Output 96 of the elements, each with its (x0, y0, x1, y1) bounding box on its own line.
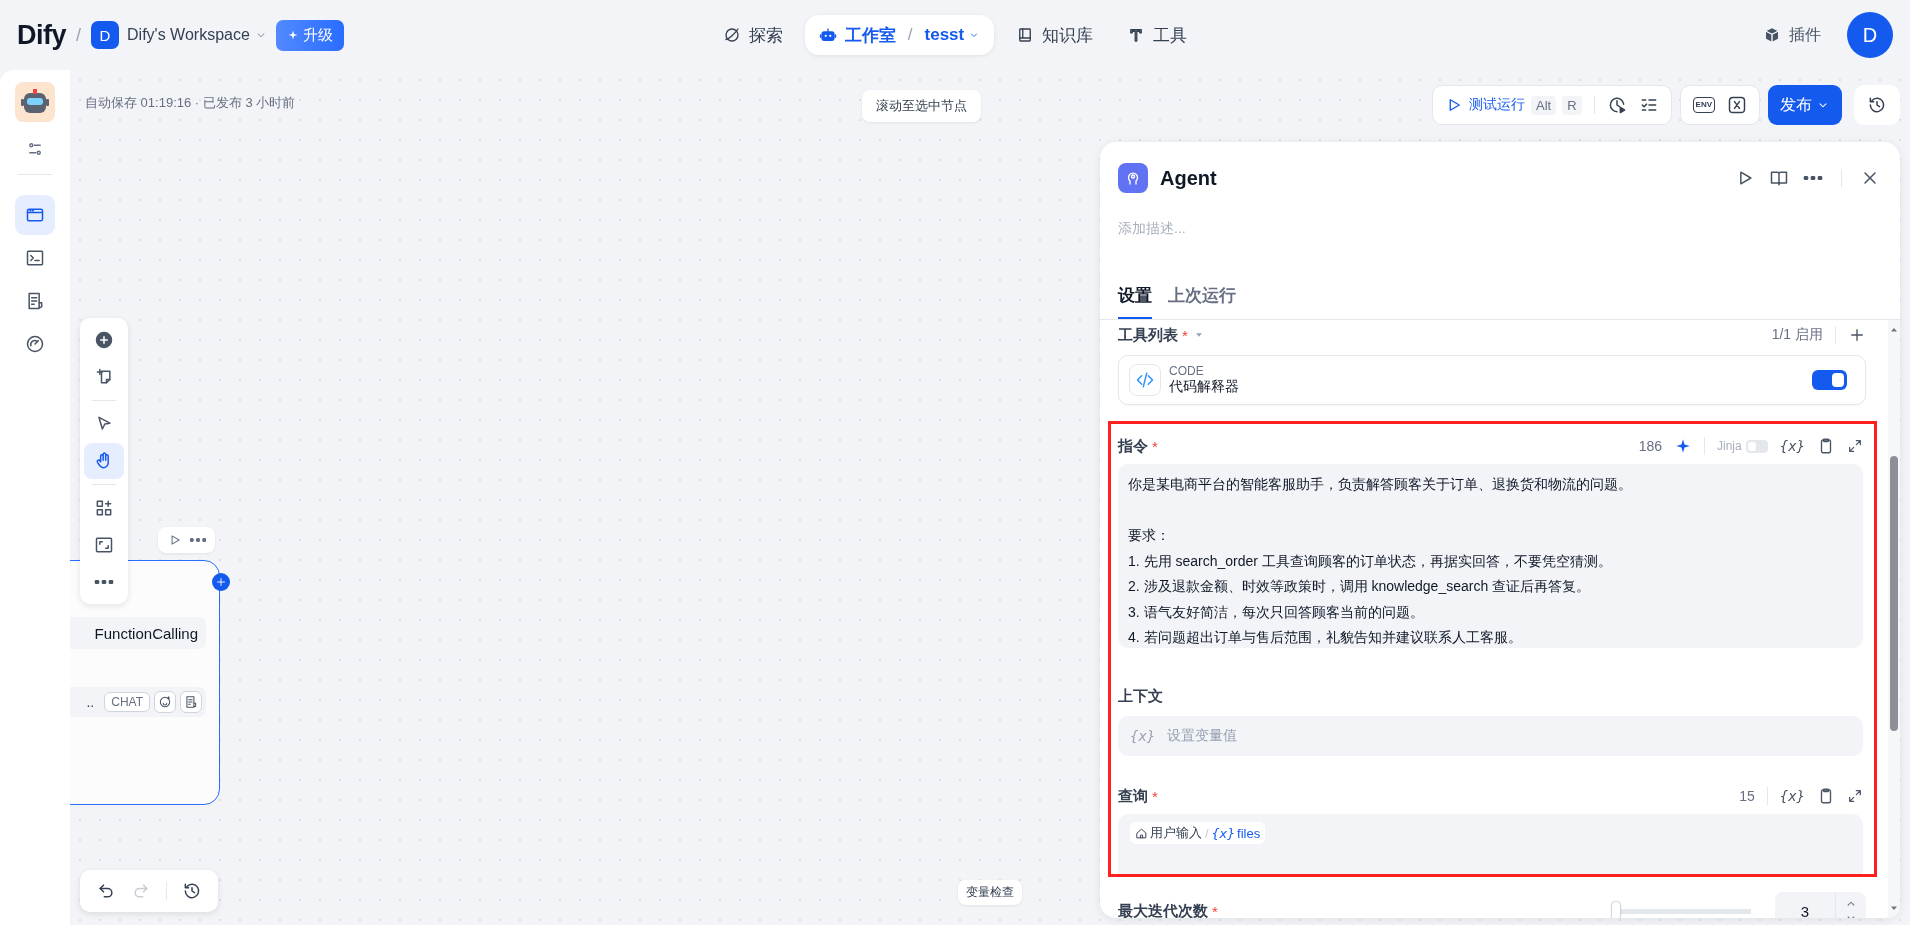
field-label: 最大迭代次数 (1118, 901, 1208, 918)
scrollbar[interactable] (1888, 320, 1900, 918)
grid-plus-icon (94, 498, 114, 518)
history-icon (1867, 95, 1887, 115)
document-icon (184, 695, 198, 709)
scroll-to-node-button[interactable]: 滚动至选中节点 (862, 90, 981, 122)
fit-view-icon (94, 535, 114, 555)
prompt-line: 3. 语气友好简洁，每次只回答顾客当前的问题。 (1128, 602, 1424, 622)
globe-icon (722, 26, 741, 44)
placeholder-text: 设置变量值 (1167, 727, 1238, 745)
shortcut-key: Alt (1531, 95, 1557, 115)
character-count: 186 (1638, 438, 1662, 454)
plus-icon (215, 576, 227, 588)
variable-icon: {x} (1130, 728, 1156, 744)
publish-button[interactable]: 发布 (1768, 85, 1842, 125)
face-plus-icon (158, 695, 172, 709)
variable-inspect-button[interactable]: 变量检查 (958, 880, 1022, 905)
model-name: FunctionCalling (94, 624, 198, 642)
prompt-editor[interactable]: 你是某电商平台的智能客服助手，负责解答顾客关于订单、退换货和物流的问题。 要求： 1. 先用 search_order 工具查询顾客的订单状态，再据实回答，不要凭空猜测。 2. 涉及退款金额、时效等政策时，调用 knowledge_search 查证后再答复。 3. 语气友好简洁，每次只回答顾客当前的问题。 4. 若问题超出订单与售后范围，礼貌告知并建议联系人工客服。 (1118, 464, 1863, 648)
toolbar-button[interactable] (84, 443, 124, 479)
expand-icon[interactable] (1847, 438, 1863, 454)
insert-variable-button[interactable]: {x} (1779, 788, 1805, 804)
book-icon[interactable] (1769, 168, 1789, 188)
mode-badge: CHAT (104, 692, 150, 712)
gauge-icon (25, 334, 45, 354)
field-label: 工具列表 (1118, 325, 1178, 345)
separator: / (76, 24, 82, 46)
more-icon[interactable] (189, 538, 206, 542)
shortcut-key: R (1562, 95, 1582, 115)
panel-title: Agent (1160, 166, 1218, 190)
required-mark: * (1152, 437, 1158, 455)
field-label: 指令 (1118, 436, 1148, 456)
character-count: 15 (1739, 788, 1755, 804)
nav-link[interactable]: 工作室 (818, 23, 896, 47)
scrollbar-thumb[interactable] (1890, 456, 1898, 731)
required-mark: * (1152, 787, 1158, 805)
robot-icon (818, 26, 837, 44)
more-icon[interactable] (1803, 176, 1823, 180)
cube-icon (1763, 26, 1781, 44)
tab[interactable]: 设置 (1118, 284, 1152, 319)
nav-link[interactable]: 知识库 (1016, 23, 1094, 47)
variable-tag[interactable]: 用户输入 / {x}files (1130, 822, 1266, 844)
more-icon (94, 580, 114, 584)
enabled-count: 1/1 启用 (1771, 326, 1823, 344)
required-mark: * (1212, 902, 1218, 918)
nav-link[interactable]: 探索 (722, 23, 783, 47)
add-note-icon (94, 367, 114, 387)
tab[interactable]: 上次运行 (1168, 284, 1236, 319)
jinja-toggle[interactable] (1745, 439, 1768, 453)
expand-icon[interactable] (1847, 788, 1863, 804)
user-avatar[interactable]: D (1847, 12, 1893, 58)
variable-icon[interactable] (1727, 95, 1747, 115)
jinja-label: Jinja (1717, 439, 1742, 453)
env-icon[interactable]: ENV (1692, 97, 1715, 113)
settings-icon[interactable] (26, 140, 44, 158)
tool-card[interactable]: CODE 代码解释器 (1118, 355, 1866, 405)
prompt-line: 4. 若问题超出订单与售后范围，礼貌告知并建议联系人工客服。 (1128, 628, 1522, 647)
window-icon (25, 205, 45, 225)
prompt-line: 要求： (1128, 526, 1170, 545)
autosave-status: 自动保存 01:19:16 · 已发布 3 小时前 (85, 94, 296, 112)
workflow-node[interactable]: FunctionCalling .. CHAT (70, 560, 220, 805)
app-switcher[interactable]: tesst (924, 25, 981, 45)
home-icon (1135, 826, 1148, 840)
prompt-line: 你是某电商平台的智能客服助手，负责解答顾客关于订单、退换货和物流的问题。 (1128, 475, 1632, 494)
truncated-text: .. (86, 694, 95, 710)
insert-variable-button[interactable]: {x} (1779, 438, 1805, 454)
prompt-line: 2. 涉及退款金额、时效等政策时，调用 knowledge_search 查证后再答复。 (1128, 577, 1591, 596)
history-button[interactable] (1854, 85, 1900, 125)
required-mark: * (1182, 326, 1188, 344)
upgrade-button[interactable]: 升级 (275, 19, 344, 51)
field-label: 查询 (1118, 786, 1148, 806)
terminal-icon (25, 248, 45, 268)
sidebar-item[interactable] (15, 195, 55, 235)
logo[interactable]: Dify (17, 19, 66, 51)
nav-link[interactable]: 工具 (1127, 23, 1188, 47)
plugins-button[interactable]: 插件 (1763, 24, 1821, 46)
workspace-avatar: D (91, 21, 120, 49)
query-editor[interactable]: 用户输入 / {x}files (1118, 814, 1863, 874)
add-icon[interactable] (1848, 326, 1866, 344)
emoji-button[interactable] (154, 691, 176, 713)
test-run-button[interactable]: 测试运行 Alt R (1445, 95, 1582, 115)
robot-icon[interactable] (15, 82, 55, 122)
description-field[interactable]: 添加描述... (1118, 213, 1418, 243)
tool-toggle[interactable] (1812, 370, 1847, 390)
code-icon (1135, 370, 1155, 390)
field-label: 上下文 (1118, 686, 1163, 706)
doc-button[interactable] (180, 691, 202, 713)
prompt-line: 1. 先用 search_order 工具查询顾客的订单状态，再据实回答，不要凭空猜测。 (1128, 551, 1612, 571)
number-field[interactable]: 3 (1775, 892, 1835, 918)
workspace-name[interactable]: Dify's Workspace (127, 26, 250, 44)
tool-name: 代码解释器 (1169, 378, 1240, 396)
add-node-button[interactable] (212, 573, 230, 591)
tool-provider: CODE (1169, 364, 1205, 378)
add-node-icon (94, 330, 114, 350)
separator: / (907, 25, 913, 45)
log-icon (25, 291, 45, 311)
